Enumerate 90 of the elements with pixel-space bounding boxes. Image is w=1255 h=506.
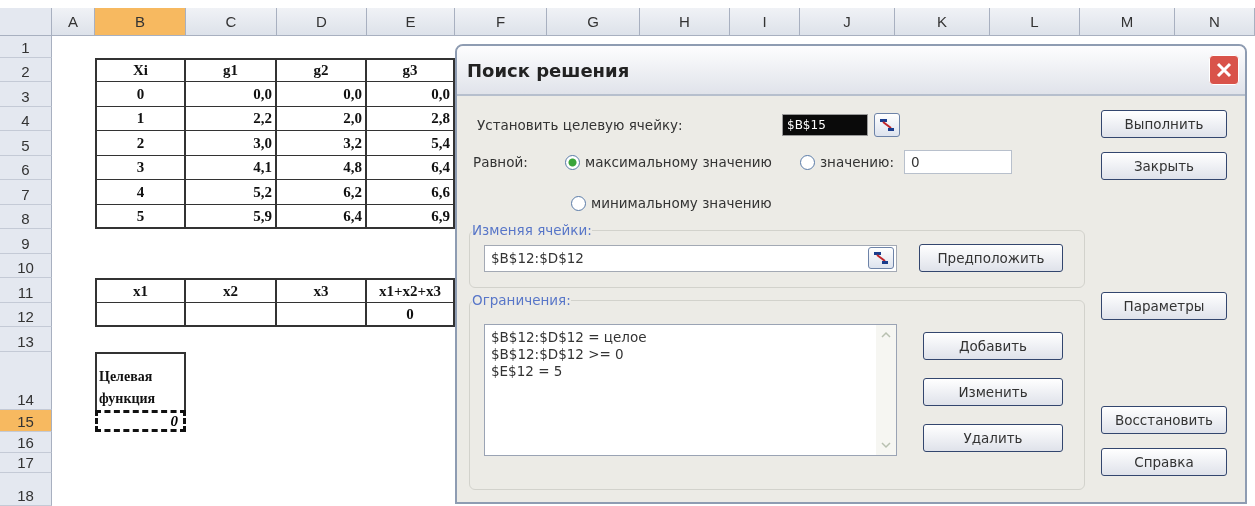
dialog-button[interactable]: Восстановить [1101,406,1227,434]
column-header[interactable]: M [1080,8,1175,36]
table-cell: 5 [95,205,186,229]
scroll-down-icon [880,441,892,449]
table-cell: 0 [95,82,186,107]
table-cell: 4,1 [186,156,277,180]
dialog-button[interactable]: Справка [1101,448,1227,476]
column-header[interactable]: F [455,8,547,36]
row-header[interactable]: 16 [0,432,52,453]
column-header[interactable]: A [52,8,95,36]
row-header[interactable]: 14 [0,352,52,410]
table-cell: 2,0 [277,107,367,131]
row-header[interactable]: 1 [0,36,52,58]
row-header[interactable]: 17 [0,453,52,473]
table-cell: 0,0 [277,82,367,107]
row-header[interactable]: 2 [0,58,52,82]
row-header[interactable]: 15 [0,410,52,432]
row-header[interactable]: 18 [0,473,52,506]
window-title: Поиск решения [467,59,630,81]
group-label: Ограничения: [472,292,571,308]
column-header[interactable]: E [367,8,455,36]
column-header[interactable]: N [1175,8,1255,36]
constraint-item[interactable]: $B$12:$D$12 = целое [491,329,870,346]
column-header[interactable]: J [800,8,895,36]
row-header[interactable]: 11 [0,278,52,303]
constraint-item[interactable]: $B$12:$D$12 >= 0 [491,346,870,363]
range-icon [880,119,894,131]
guess-button[interactable]: Предположить [919,244,1063,272]
table-cell: 4,8 [277,156,367,180]
scrollbar[interactable] [876,325,896,455]
dialog-button[interactable]: Выполнить [1101,110,1227,138]
target-cell-label: Установить целевую ячейку: [477,117,684,133]
range-icon [874,252,888,264]
row-header[interactable]: 6 [0,156,52,180]
radio-option[interactable]: минимальному значению [571,195,772,211]
table-header-cell: g1 [186,58,277,82]
constraint-button[interactable]: Добавить [923,332,1063,360]
table-header-cell: x3 [277,278,367,303]
constraint-button[interactable]: Изменить [923,378,1063,406]
column-header[interactable]: D [277,8,367,36]
constraint-item[interactable]: $E$12 = 5 [491,363,870,380]
dialog-button[interactable]: Параметры [1101,292,1227,320]
value-field[interactable]: 0 [904,150,1012,174]
range-select-button[interactable] [874,113,900,137]
objective-cell[interactable]: 0 [95,410,186,432]
table-header-cell: Целевая функция [95,352,186,410]
row-header[interactable]: 4 [0,107,52,131]
column-header[interactable]: C [186,8,277,36]
table-header-cell: g2 [277,58,367,82]
table-cell: 2,2 [186,107,277,131]
changing-cells-field[interactable]: $B$12:$D$12 [484,244,897,272]
column-header[interactable]: H [640,8,730,36]
row-header[interactable]: 9 [0,229,52,254]
column-header[interactable]: I [730,8,800,36]
row-header[interactable]: 8 [0,205,52,229]
close-button[interactable] [1209,55,1239,85]
table-cell: 2 [95,131,186,156]
equal-to-label: Равной: [473,154,529,170]
column-header[interactable]: L [990,8,1080,36]
table-cell: 3,2 [277,131,367,156]
table-cell: 3 [95,156,186,180]
column-header[interactable]: B [95,8,186,36]
range-select-button[interactable] [868,247,894,269]
column-header[interactable]: K [895,8,990,36]
table-cell: 5,2 [186,180,277,205]
radio-option[interactable]: значению: [799,154,894,170]
column-header[interactable]: G [547,8,640,36]
table-cell: 1 [95,107,186,131]
target-cell-field[interactable]: $B$15 [782,114,868,136]
row-header[interactable]: 10 [0,254,52,278]
radio-option[interactable]: максимальному значению [565,154,772,170]
table-cell: 4 [95,180,186,205]
table-cell: 6,2 [277,180,367,205]
table-cell: 3,0 [186,131,277,156]
row-header[interactable]: 5 [0,131,52,156]
table-header-cell: x1 [95,278,186,303]
row-header[interactable]: 7 [0,180,52,205]
table-cell: 6,4 [277,205,367,229]
constraints-list[interactable]: $B$12:$D$12 = целое $B$12:$D$12 >= 0 $E$12 = 5 [484,324,897,456]
row-header[interactable]: 3 [0,82,52,107]
group-label: Изменяя ячейки: [472,222,592,238]
dialog-button[interactable]: Закрыть [1101,152,1227,180]
row-header[interactable]: 12 [0,303,52,327]
table-header-cell: x2 [186,278,277,303]
table-header-cell: Xi [95,58,186,82]
row-header[interactable]: 13 [0,327,52,352]
table-cell: 5,9 [186,205,277,229]
scroll-up-icon [880,331,892,339]
constraint-button[interactable]: Удалить [923,424,1063,452]
table-cell: 0,0 [186,82,277,107]
